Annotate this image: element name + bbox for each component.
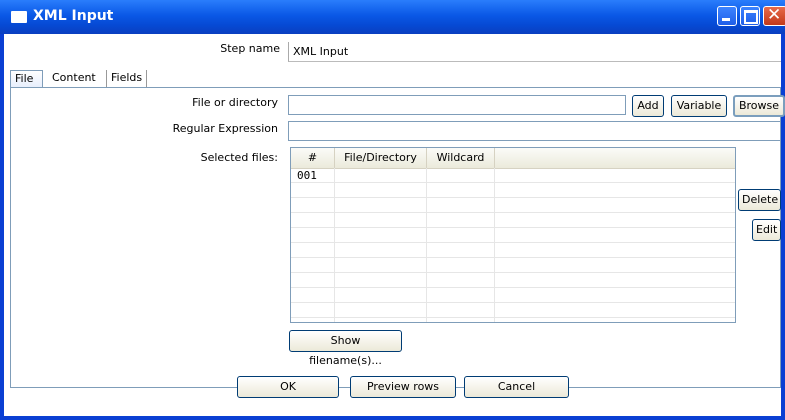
ok-button[interactable]: OK (237, 376, 339, 398)
close-button[interactable]: ✕ (763, 5, 785, 26)
title-bar[interactable]: XML Input ✕ (0, 0, 785, 34)
table-row[interactable] (291, 213, 735, 228)
table-row[interactable] (291, 288, 735, 303)
add-button[interactable]: Add (632, 95, 664, 117)
minimize-icon (722, 18, 730, 21)
variable-button[interactable]: Variable (671, 95, 727, 117)
table-row[interactable]: 001 (291, 168, 735, 183)
tab-file[interactable]: File (10, 70, 43, 88)
tab-fields[interactable]: Fields (106, 70, 148, 88)
table-row[interactable] (291, 183, 735, 198)
dialog-body: Step name File Content Fields File or di… (4, 34, 785, 416)
close-icon: ✕ (767, 5, 782, 25)
column-header-wildcard[interactable]: Wildcard (427, 148, 495, 168)
cancel-button[interactable]: Cancel (464, 376, 569, 398)
table-row[interactable] (291, 258, 735, 273)
tab-content[interactable]: Content (48, 70, 100, 88)
table-row[interactable] (291, 303, 735, 318)
minimize-button[interactable] (717, 6, 737, 26)
selected-files-table[interactable]: # File/Directory Wildcard 001 (290, 147, 736, 323)
table-header: # File/Directory Wildcard (291, 148, 735, 169)
edit-button[interactable]: Edit (752, 219, 781, 241)
show-filenames-button[interactable]: Show filename(s)... (289, 330, 402, 367)
file-or-directory-label: File or directory (192, 96, 278, 109)
regular-expression-label: Regular Expression (172, 122, 278, 135)
window-title: XML Input (33, 8, 114, 24)
regular-expression-input[interactable] (288, 121, 781, 141)
step-name-label: Step name (220, 42, 280, 55)
table-row[interactable] (291, 243, 735, 258)
table-row[interactable] (291, 273, 735, 288)
table-row[interactable] (291, 198, 735, 213)
selected-files-label: Selected files: (200, 151, 278, 164)
preview-rows-button[interactable]: Preview rows (350, 376, 456, 398)
window-icon (11, 11, 27, 23)
column-header-file-directory[interactable]: File/Directory (335, 148, 427, 168)
browse-button[interactable]: Browse (733, 95, 785, 117)
xml-input-dialog: XML Input ✕ Step name File Content Field… (0, 0, 785, 420)
delete-button[interactable]: Delete (738, 189, 781, 211)
step-name-input[interactable] (288, 42, 781, 62)
column-header-number[interactable]: # (291, 148, 335, 168)
maximize-icon (744, 10, 758, 24)
table-row[interactable] (291, 228, 735, 243)
file-or-directory-input[interactable] (288, 95, 626, 115)
maximize-button[interactable] (740, 6, 760, 26)
row-number-cell: 001 (297, 169, 317, 182)
